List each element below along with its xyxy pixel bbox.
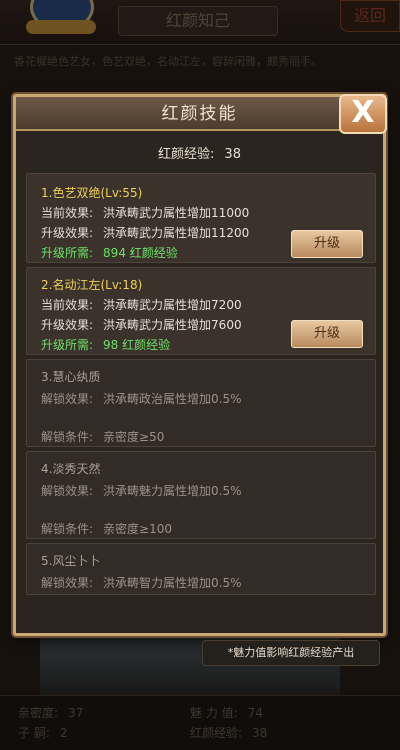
beauty-skills-dialog: 红颜技能 X 红颜经验: 38 1.色艺双绝(Lv:55) 当前效果: 洪承畴武力属… xyxy=(13,94,387,636)
upgrade-cost: 升级所需: 894 红颜经验 xyxy=(41,246,178,260)
upgrade-button[interactable]: 升级 xyxy=(291,320,363,348)
skill-title: 4.淡秀天然 xyxy=(41,462,101,476)
unlock-condition: 解锁条件: 亲密度≥50 xyxy=(41,430,165,444)
next-effect: 升级效果: 洪承畴武力属性增加11200 xyxy=(41,226,250,240)
skill-title: 3.慧心纨质 xyxy=(41,370,101,384)
unlock-effect: 解锁效果: 洪承畴政治属性增加0.5% xyxy=(41,392,242,406)
skill-title: 2.名动江左(Lv:18) xyxy=(41,278,143,292)
next-effect: 升级效果: 洪承畴武力属性增加7600 xyxy=(41,318,242,332)
skill-card-3: 3.慧心纨质 解锁效果: 洪承畴政治属性增加0.5% 解锁条件: 亲密度≥50 xyxy=(26,359,376,447)
unlock-condition: 解锁条件: 亲密度≥100 xyxy=(41,522,173,536)
upgrade-cost: 升级所需: 98 红颜经验 xyxy=(41,338,171,352)
charm-exp-note: *魅力值影响红颜经验产出 xyxy=(202,640,380,666)
unlock-effect: 解锁效果: 洪承畴智力属性增加0.5% xyxy=(41,576,242,590)
skill-title: 5.风尘卜卜 xyxy=(41,554,101,568)
beauty-exp-total: 红颜经验: 38 xyxy=(158,147,241,162)
dialog-header: 红颜技能 xyxy=(16,97,383,131)
skill-card-2: 2.名动江左(Lv:18) 当前效果: 洪承畴武力属性增加7200 升级效果: 洪承… xyxy=(26,267,376,355)
skill-card-1: 1.色艺双绝(Lv:55) 当前效果: 洪承畴武力属性增加11000 升级效果: 洪… xyxy=(26,173,376,263)
skill-card-5: 5.风尘卜卜 解锁效果: 洪承畴智力属性增加0.5% xyxy=(26,543,376,595)
upgrade-button[interactable]: 升级 xyxy=(291,230,363,258)
current-effect: 当前效果: 洪承畴武力属性增加7200 xyxy=(41,298,242,312)
skill-title: 1.色艺双绝(Lv:55) xyxy=(41,186,143,200)
skill-card-4: 4.淡秀天然 解锁效果: 洪承畴魅力属性增加0.5% 解锁条件: 亲密度≥100 xyxy=(26,451,376,539)
close-button[interactable]: X xyxy=(339,94,387,134)
current-effect: 当前效果: 洪承畴武力属性增加11000 xyxy=(41,206,250,220)
unlock-effect: 解锁效果: 洪承畴魅力属性增加0.5% xyxy=(41,484,242,498)
dialog-title: 红颜技能 xyxy=(161,104,238,124)
